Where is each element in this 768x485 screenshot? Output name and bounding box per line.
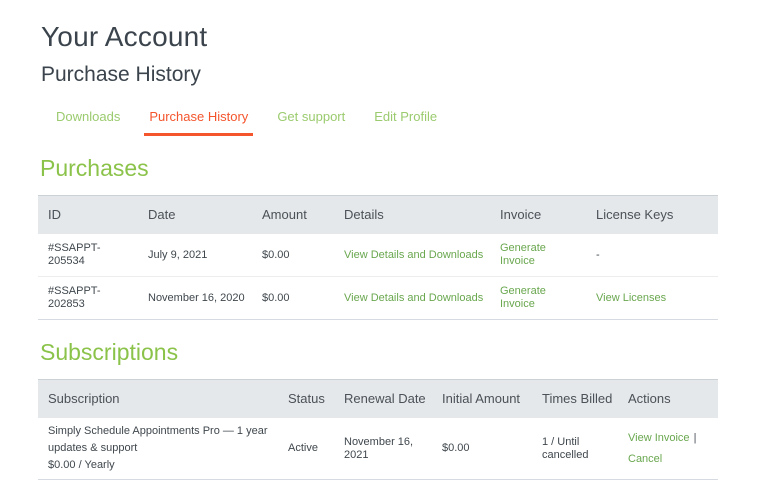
column-header-renewal-date: Renewal Date <box>334 380 432 419</box>
column-header-invoice: Invoice <box>490 196 586 235</box>
tab-purchase-history[interactable]: Purchase History <box>144 109 253 136</box>
column-header-amount: Amount <box>252 196 334 235</box>
purchase-amount: $0.00 <box>252 277 334 320</box>
generate-invoice-link[interactable]: Generate Invoice <box>500 242 546 267</box>
subscriptions-heading: Subscriptions <box>40 339 718 366</box>
license-keys-value: - <box>586 234 718 277</box>
purchase-id: #SSAPPT-202853 <box>38 277 138 320</box>
account-tabs: Downloads Purchase History Get support E… <box>51 109 718 136</box>
subscription-name: Simply Schedule Appointments Pro — 1 yea… <box>48 423 274 457</box>
subscription-times-billed: 1 / Until cancelled <box>532 418 618 480</box>
column-header-date: Date <box>138 196 252 235</box>
subscription-row: Simply Schedule Appointments Pro — 1 yea… <box>38 418 718 480</box>
subscription-initial-amount: $0.00 <box>432 418 532 480</box>
purchases-heading: Purchases <box>40 155 718 182</box>
view-licenses-link[interactable]: View Licenses <box>596 292 666 304</box>
purchase-row: #SSAPPT-205534 July 9, 2021 $0.00 View D… <box>38 234 718 277</box>
actions-separator: | <box>694 432 697 444</box>
account-page: Your Account Purchase History Downloads … <box>38 21 718 480</box>
column-header-actions: Actions <box>618 380 718 419</box>
subscriptions-header-row: Subscription Status Renewal Date Initial… <box>38 380 718 419</box>
purchase-id: #SSAPPT-205534 <box>38 234 138 277</box>
purchase-row: #SSAPPT-202853 November 16, 2020 $0.00 V… <box>38 277 718 320</box>
view-details-link[interactable]: View Details and Downloads <box>344 292 483 304</box>
column-header-details: Details <box>334 196 490 235</box>
subscription-renewal-date: November 16, 2021 <box>334 418 432 480</box>
column-header-times-billed: Times Billed <box>532 380 618 419</box>
column-header-license-keys: License Keys <box>586 196 718 235</box>
column-header-subscription: Subscription <box>38 380 278 419</box>
purchase-date: July 9, 2021 <box>138 234 252 277</box>
tab-get-support[interactable]: Get support <box>272 109 350 136</box>
column-header-initial-amount: Initial Amount <box>432 380 532 419</box>
page-subtitle: Purchase History <box>41 63 718 87</box>
view-invoice-link[interactable]: View Invoice <box>628 432 690 444</box>
subscription-status: Active <box>278 418 334 480</box>
page-title: Your Account <box>41 21 718 53</box>
tab-downloads[interactable]: Downloads <box>51 109 125 136</box>
subscriptions-table: Subscription Status Renewal Date Initial… <box>38 379 718 480</box>
generate-invoice-link[interactable]: Generate Invoice <box>500 285 546 310</box>
purchase-date: November 16, 2020 <box>138 277 252 320</box>
view-details-link[interactable]: View Details and Downloads <box>344 249 483 261</box>
purchases-table: ID Date Amount Details Invoice License K… <box>38 195 718 320</box>
cancel-subscription-link[interactable]: Cancel <box>628 453 662 465</box>
subscription-price: $0.00 / Yearly <box>48 457 274 474</box>
purchase-amount: $0.00 <box>252 234 334 277</box>
tab-edit-profile[interactable]: Edit Profile <box>369 109 442 136</box>
column-header-status: Status <box>278 380 334 419</box>
purchases-header-row: ID Date Amount Details Invoice License K… <box>38 196 718 235</box>
column-header-id: ID <box>38 196 138 235</box>
